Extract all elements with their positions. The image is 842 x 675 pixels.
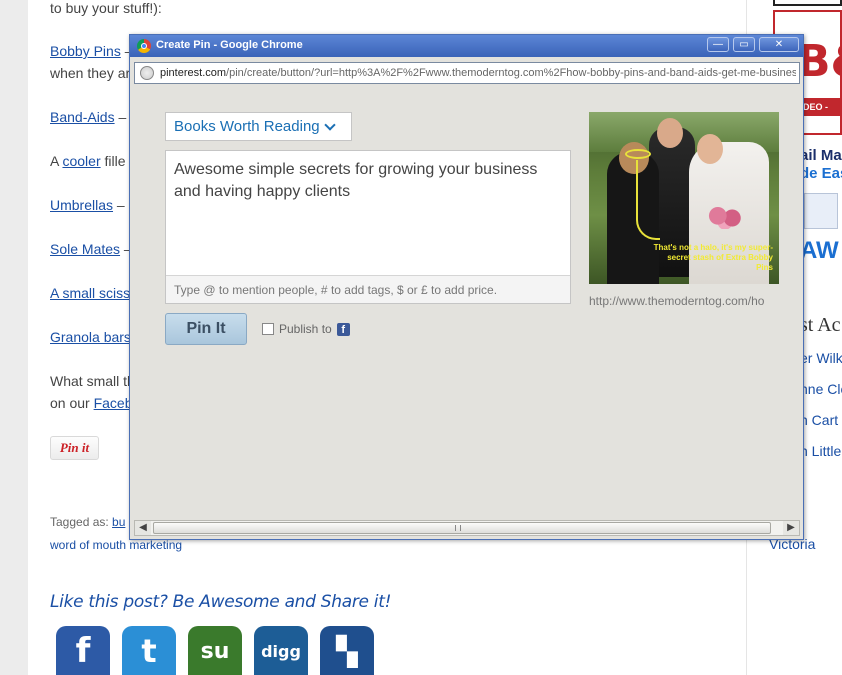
question-line: What small th: [50, 373, 135, 389]
image-source-url: http://www.themoderntog.com/ho: [589, 294, 765, 308]
sidebar-heading: st Ac: [800, 314, 841, 336]
publish-label: Publish to: [279, 322, 332, 336]
scissors-link[interactable]: A small scisso: [50, 285, 138, 301]
arrow-annotation: [636, 160, 660, 240]
bobby-pins-link[interactable]: Bobby Pins: [50, 43, 121, 59]
scrollbar-thumb[interactable]: [153, 522, 771, 534]
pin-it-share-button[interactable]: Pin it: [50, 436, 99, 460]
address-url[interactable]: pinterest.com/pin/create/button/?url=htt…: [160, 67, 796, 79]
intro-line: to buy your stuff!):: [50, 0, 162, 16]
sidebar-link[interactable]: n Little: [800, 443, 841, 459]
image-caption: That's not a halo, it's my super-secret …: [653, 243, 773, 272]
facebook-link[interactable]: Faceb: [94, 395, 133, 411]
list-item: A cooler fille: [50, 153, 126, 169]
window-title: Create Pin - Google Chrome: [156, 39, 303, 51]
tag-link[interactable]: bu: [112, 515, 125, 529]
page-gutter: [0, 0, 28, 675]
tag-link-word-of-mouth[interactable]: word of mouth marketing: [50, 538, 182, 552]
stumbleupon-icon[interactable]: su: [188, 626, 242, 675]
chrome-icon: [137, 39, 151, 53]
horizontal-scrollbar[interactable]: ◀ ▶: [134, 520, 800, 536]
sidebar-ad-box: [773, 0, 842, 6]
description-hint: Type @ to mention people, # to add tags,…: [166, 275, 570, 303]
tags-line: Tagged as: bu: [50, 515, 126, 529]
facebook-icon[interactable]: f: [56, 626, 110, 675]
pin-image-preview: That's not a halo, it's my super-secret …: [589, 112, 779, 284]
question-line: on our Faceb: [50, 395, 133, 411]
list-item-continuation: when they ar: [50, 65, 131, 81]
minimize-button[interactable]: —: [707, 37, 729, 52]
sole-mates-link[interactable]: Sole Mates: [50, 241, 120, 257]
board-select-value: Books Worth Reading: [174, 118, 320, 135]
pin-it-button[interactable]: Pin It: [165, 313, 247, 345]
publish-to-facebook[interactable]: Publish to f: [262, 322, 350, 336]
pin-description-text[interactable]: Awesome simple secrets for growing your …: [174, 159, 559, 203]
cooler-link[interactable]: cooler: [62, 153, 100, 169]
envelope-icon: [804, 193, 838, 229]
maximize-button[interactable]: ▭: [733, 37, 755, 52]
band-aids-link[interactable]: Band-Aids: [50, 109, 115, 125]
list-item: Bobby Pins –: [50, 43, 133, 59]
list-item: Granola bars: [50, 329, 131, 345]
publish-checkbox[interactable]: [262, 323, 274, 335]
globe-icon: [140, 66, 154, 80]
address-bar[interactable]: pinterest.com/pin/create/button/?url=htt…: [134, 62, 800, 84]
list-item: Band-Aids – C: [50, 109, 141, 125]
sidebar-mail-ad[interactable]: ail Ma de Easy AW: [800, 145, 842, 265]
sidebar-link[interactable]: nne Cle: [800, 381, 842, 397]
create-pin-window: Create Pin - Google Chrome — ▭ ✕ pintere…: [129, 34, 804, 540]
granola-bars-link[interactable]: Granola bars: [50, 329, 131, 345]
board-select[interactable]: Books Worth Reading: [165, 112, 352, 141]
scroll-right-icon[interactable]: ▶: [783, 521, 799, 535]
window-titlebar[interactable]: Create Pin - Google Chrome — ▭ ✕: [130, 35, 803, 57]
share-heading: Like this post? Be Awesome and Share it!: [50, 592, 392, 612]
delicious-icon[interactable]: ▚: [320, 626, 374, 675]
sidebar-link[interactable]: n Cart: [800, 412, 838, 428]
digg-icon[interactable]: digg: [254, 626, 308, 675]
halo-annotation: [625, 149, 651, 159]
chevron-down-icon: [323, 118, 336, 131]
list-item: Umbrellas – F: [50, 197, 138, 213]
umbrellas-link[interactable]: Umbrellas: [50, 197, 113, 213]
pin-description-field[interactable]: Awesome simple secrets for growing your …: [165, 150, 571, 304]
list-item: Sole Mates –: [50, 241, 132, 257]
facebook-icon: f: [336, 322, 350, 336]
close-button[interactable]: ✕: [759, 37, 799, 52]
scroll-left-icon[interactable]: ◀: [135, 521, 151, 535]
sidebar-link[interactable]: er Wilki: [800, 350, 842, 366]
twitter-icon[interactable]: t: [122, 626, 176, 675]
list-item: A small scisso: [50, 285, 138, 301]
